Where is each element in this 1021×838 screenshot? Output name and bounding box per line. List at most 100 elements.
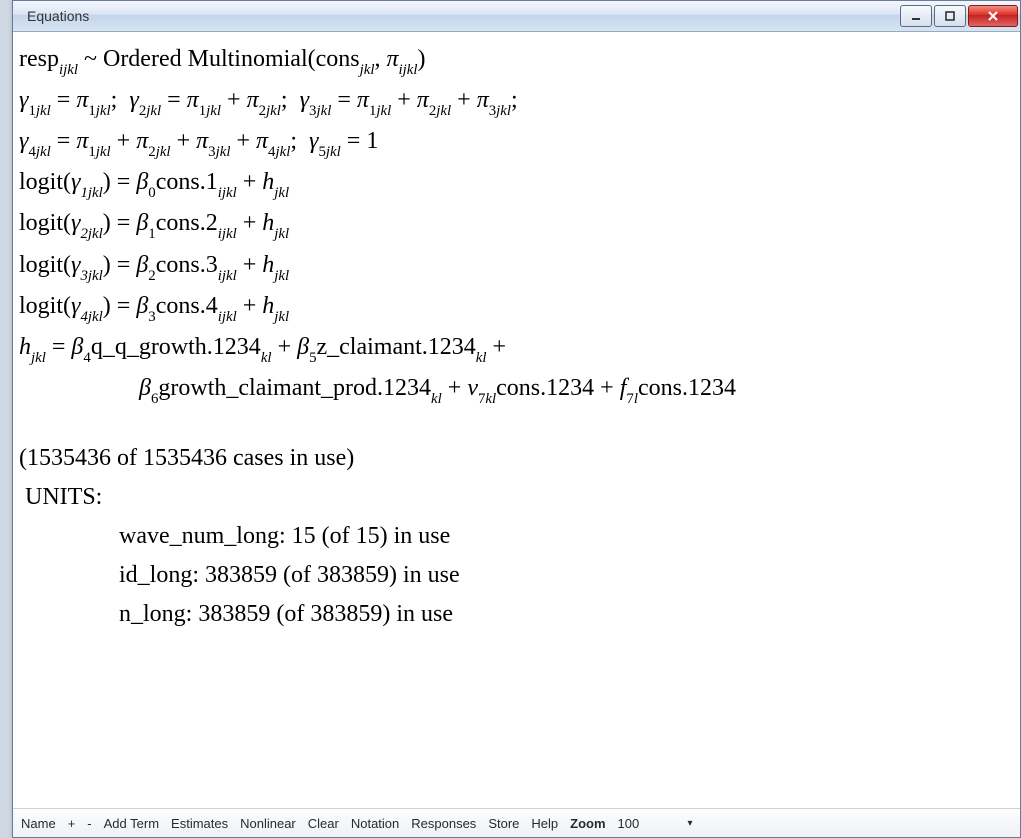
t: cons.1234 [496, 375, 594, 401]
bottom-toolbar: Name + - Add Term Estimates Nonlinear Cl… [13, 808, 1020, 837]
zoom-dropdown-icon[interactable]: ▾ [688, 818, 693, 829]
s: 3jkl [309, 103, 331, 119]
eq-line-7: logit(γ4jkl) = β3cons.4ijkl + hjkl [19, 288, 1014, 326]
eq-line-4: logit(γ1jkl) = β0cons.1ijkl + hjkl [19, 164, 1014, 202]
eq-line-8: hjkl = β4q_q_growth.1234kl + β5z_claiman… [19, 329, 1014, 367]
s: 1jkl [28, 103, 50, 119]
si: jkl [96, 103, 111, 119]
zoom-value[interactable]: 100 [618, 816, 672, 831]
t: logit( [19, 293, 71, 319]
s: kl [431, 391, 442, 407]
txt: , [374, 46, 386, 72]
plus-button[interactable]: + [68, 816, 76, 831]
close-icon [986, 10, 1000, 22]
help-button[interactable]: Help [531, 816, 558, 831]
t: + [272, 334, 298, 360]
p: π [477, 87, 489, 113]
titlebar[interactable]: Equations [13, 1, 1020, 32]
h: h [262, 293, 274, 319]
t: logit( [19, 210, 71, 236]
s: 2 [148, 268, 155, 284]
add-term-button[interactable]: Add Term [104, 816, 159, 831]
si: jkl [36, 103, 51, 119]
s: 3 [148, 309, 155, 325]
s: 2jkl [139, 103, 161, 119]
minus-button[interactable]: - [87, 816, 91, 831]
s: 5 [309, 350, 316, 366]
txt: resp [19, 46, 59, 72]
units-block: wave_num_long: 15 (of 15) in use id_long… [19, 518, 1014, 632]
t: + [237, 293, 263, 319]
t: + [237, 252, 263, 278]
t: = [111, 210, 137, 236]
g: γ [300, 87, 309, 113]
b: β [136, 293, 148, 319]
equations-window: Equations respijkl ~ Ordered Multinomial… [12, 0, 1021, 838]
h: h [262, 252, 274, 278]
name-button[interactable]: Name [21, 816, 56, 831]
s: 1jkl [88, 103, 110, 119]
s: 2jkl [148, 144, 170, 160]
s: 4 [83, 350, 90, 366]
s: jkl [274, 226, 289, 242]
si: jkl [496, 103, 511, 119]
t: logit( [19, 169, 71, 195]
t: = [46, 334, 72, 360]
p: π [136, 128, 148, 154]
t: cons.1234 [638, 375, 736, 401]
si: 2jkl [80, 226, 102, 242]
estimates-button[interactable]: Estimates [171, 816, 228, 831]
store-button[interactable]: Store [488, 816, 519, 831]
p: π [417, 87, 429, 113]
v: v [467, 375, 478, 401]
units-line-3: n_long: 383859 (of 383859) in use [119, 596, 1014, 632]
t: q_q_growth.1234 [91, 334, 261, 360]
clear-button[interactable]: Clear [308, 816, 339, 831]
s: 4jkl [80, 309, 102, 325]
t: growth_claimant_prod.1234 [158, 375, 431, 401]
minimize-button[interactable] [900, 5, 932, 27]
s: 2jkl [80, 226, 102, 242]
s: 7l [626, 391, 638, 407]
t: = [111, 169, 137, 195]
sub: ijkl [399, 62, 418, 78]
t: = [111, 252, 137, 278]
t: = [111, 293, 137, 319]
p: π [187, 87, 199, 113]
h: h [262, 210, 274, 236]
s: 4jkl [28, 144, 50, 160]
s: 3jkl [208, 144, 230, 160]
s: jkl [274, 185, 289, 201]
p: π [247, 87, 259, 113]
si: jkl [436, 103, 451, 119]
t: cons.1 [156, 169, 218, 195]
pi: π [386, 46, 398, 72]
t: logit( [19, 252, 71, 278]
si: 3jkl [80, 268, 102, 284]
zoom-label[interactable]: Zoom [570, 816, 605, 831]
notation-button[interactable]: Notation [351, 816, 399, 831]
eq-line-6: logit(γ3jkl) = β2cons.3ijkl + hjkl [19, 247, 1014, 285]
p: π [256, 128, 268, 154]
si: jkl [326, 144, 341, 160]
maximize-button[interactable] [934, 5, 966, 27]
eq-line-3: γ4jkl = π1jkl + π2jkl + π3jkl + π4jkl; γ… [19, 123, 1014, 161]
nonlinear-button[interactable]: Nonlinear [240, 816, 296, 831]
s: 1jkl [199, 103, 221, 119]
window-buttons [900, 5, 1018, 27]
si: jkl [206, 103, 221, 119]
s: 2jkl [259, 103, 281, 119]
b: β [136, 169, 148, 195]
cases-line: (1535436 of 1535436 cases in use) [19, 440, 1014, 476]
s: 2jkl [429, 103, 451, 119]
close-button[interactable] [968, 5, 1018, 27]
g: γ [129, 87, 138, 113]
s: kl [476, 350, 487, 366]
h: h [19, 334, 31, 360]
sub: ijkl [59, 62, 78, 78]
b: β [136, 252, 148, 278]
s: 4jkl [268, 144, 290, 160]
si: jkl [376, 103, 391, 119]
responses-button[interactable]: Responses [411, 816, 476, 831]
txt: ) [418, 46, 426, 72]
